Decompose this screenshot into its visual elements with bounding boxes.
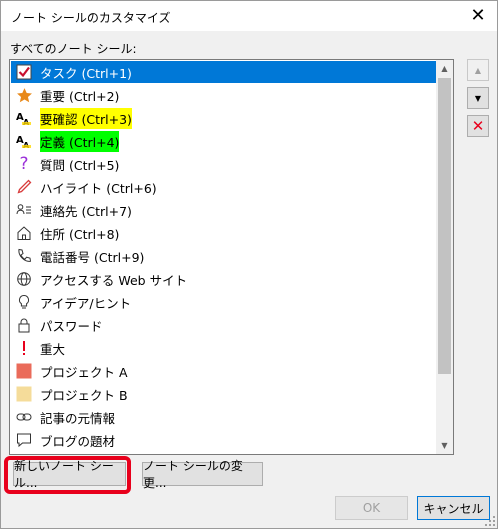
tag-list-item[interactable]: ブログの題材 bbox=[11, 429, 438, 451]
tag-label: 定義 (Ctrl+4) bbox=[40, 130, 120, 152]
resize-grip-icon[interactable] bbox=[485, 516, 495, 526]
highlight-green-icon: AA bbox=[14, 131, 34, 151]
tag-label: プロジェクト B bbox=[40, 387, 128, 403]
tag-label: 住所 (Ctrl+8) bbox=[40, 226, 120, 242]
tag-label: タスク (Ctrl+1) bbox=[40, 65, 132, 81]
tag-list-item[interactable]: プロジェクト B bbox=[11, 383, 438, 405]
tag-list-item[interactable]: AA 定義 (Ctrl+4) bbox=[11, 130, 438, 152]
ok-button[interactable]: OK bbox=[335, 496, 408, 520]
tag-list-item[interactable]: 電話番号 (Ctrl+9) bbox=[11, 245, 438, 267]
all-tags-label: すべてのノート シール: bbox=[10, 42, 137, 56]
scroll-down-arrow-icon[interactable]: ▼ bbox=[436, 437, 453, 454]
tag-list-item[interactable]: プロジェクト A bbox=[11, 360, 438, 382]
tag-label: 記事の元情報 bbox=[40, 410, 116, 426]
triangle-up-icon: ▲ bbox=[474, 65, 482, 75]
delete-tag-button[interactable]: ✕ bbox=[467, 115, 489, 137]
contact-icon bbox=[14, 200, 34, 220]
tag-list-item[interactable]: ハイライト (Ctrl+6) bbox=[11, 176, 438, 198]
tag-label: 電話番号 (Ctrl+9) bbox=[40, 249, 145, 265]
tag-label: パスワード bbox=[40, 318, 103, 334]
dialog-title: ノート シールのカスタマイズ bbox=[11, 11, 171, 25]
red-square-icon bbox=[14, 361, 34, 381]
tag-label: 要確認 (Ctrl+3) bbox=[40, 107, 132, 129]
phone-icon bbox=[14, 246, 34, 266]
highlight-yellow-icon: AA bbox=[14, 108, 34, 128]
title-bar: ノート シールのカスタマイズ ✕ bbox=[1, 1, 497, 31]
tag-label: 重要 (Ctrl+2) bbox=[40, 88, 120, 104]
tag-list-item[interactable]: 連絡先 (Ctrl+7) bbox=[11, 199, 438, 221]
triangle-down-icon: ▼ bbox=[474, 93, 482, 103]
tag-list-item[interactable]: 住所 (Ctrl+8) bbox=[11, 222, 438, 244]
cancel-button[interactable]: キャンセル bbox=[417, 496, 490, 520]
globe-icon bbox=[14, 269, 34, 289]
tag-list-item[interactable]: ? 質問 (Ctrl+5) bbox=[11, 153, 438, 175]
tag-label: ハイライト (Ctrl+6) bbox=[40, 180, 157, 196]
tag-list-item[interactable]: 重大 bbox=[11, 337, 438, 359]
customize-tags-dialog: ノート シールのカスタマイズ ✕ すべてのノート シール: タスク (Ctrl+… bbox=[0, 0, 498, 529]
tag-label: アイデア/ヒント bbox=[40, 295, 132, 311]
move-up-button[interactable]: ▲ bbox=[467, 59, 489, 81]
tag-list-item[interactable]: アクセスする Web サイト bbox=[11, 268, 438, 290]
lightbulb-icon bbox=[14, 292, 34, 312]
exclamation-icon bbox=[14, 338, 34, 358]
tag-list-item[interactable]: パスワード bbox=[11, 314, 438, 336]
star-icon bbox=[14, 85, 34, 105]
delete-x-icon: ✕ bbox=[471, 117, 485, 135]
tag-label: ブログの題材 bbox=[40, 433, 116, 449]
question-icon: ? bbox=[19, 154, 29, 174]
scroll-thumb[interactable] bbox=[438, 78, 451, 374]
tag-list-item[interactable]: 重要 (Ctrl+2) bbox=[11, 84, 438, 106]
tag-list-item[interactable]: 記事の元情報 bbox=[11, 406, 438, 428]
tag-label: プロジェクト A bbox=[40, 364, 128, 380]
lock-icon bbox=[14, 315, 34, 335]
home-icon bbox=[14, 223, 34, 243]
tag-label: 重大 bbox=[40, 341, 66, 357]
tag-list-item[interactable]: アイデア/ヒント bbox=[11, 291, 438, 313]
move-down-button[interactable]: ▼ bbox=[467, 87, 489, 109]
pen-icon bbox=[14, 177, 34, 197]
tags-list[interactable]: タスク (Ctrl+1) 重要 (Ctrl+2) AA 要確認 (Ctrl+3) AA 定… bbox=[9, 59, 454, 455]
tag-list-item[interactable]: AA 要確認 (Ctrl+3) bbox=[11, 107, 438, 129]
highlight-callout-box bbox=[4, 456, 131, 494]
yellow-square-icon bbox=[14, 384, 34, 404]
tag-list-item[interactable]: タスク (Ctrl+1) bbox=[11, 61, 438, 83]
link-icon bbox=[14, 407, 34, 427]
speech-bubble-icon bbox=[14, 430, 34, 450]
tag-label: 質問 (Ctrl+5) bbox=[40, 157, 120, 173]
scroll-up-arrow-icon[interactable]: ▲ bbox=[436, 60, 453, 77]
checkbox-check-icon bbox=[14, 62, 34, 82]
vertical-scrollbar[interactable]: ▲ ▼ bbox=[436, 60, 453, 454]
tag-label: 連絡先 (Ctrl+7) bbox=[40, 203, 132, 219]
close-icon[interactable]: ✕ bbox=[465, 3, 491, 29]
modify-tag-button[interactable]: ノート シールの変更... bbox=[142, 459, 263, 490]
tag-label: アクセスする Web サイト bbox=[40, 272, 188, 288]
